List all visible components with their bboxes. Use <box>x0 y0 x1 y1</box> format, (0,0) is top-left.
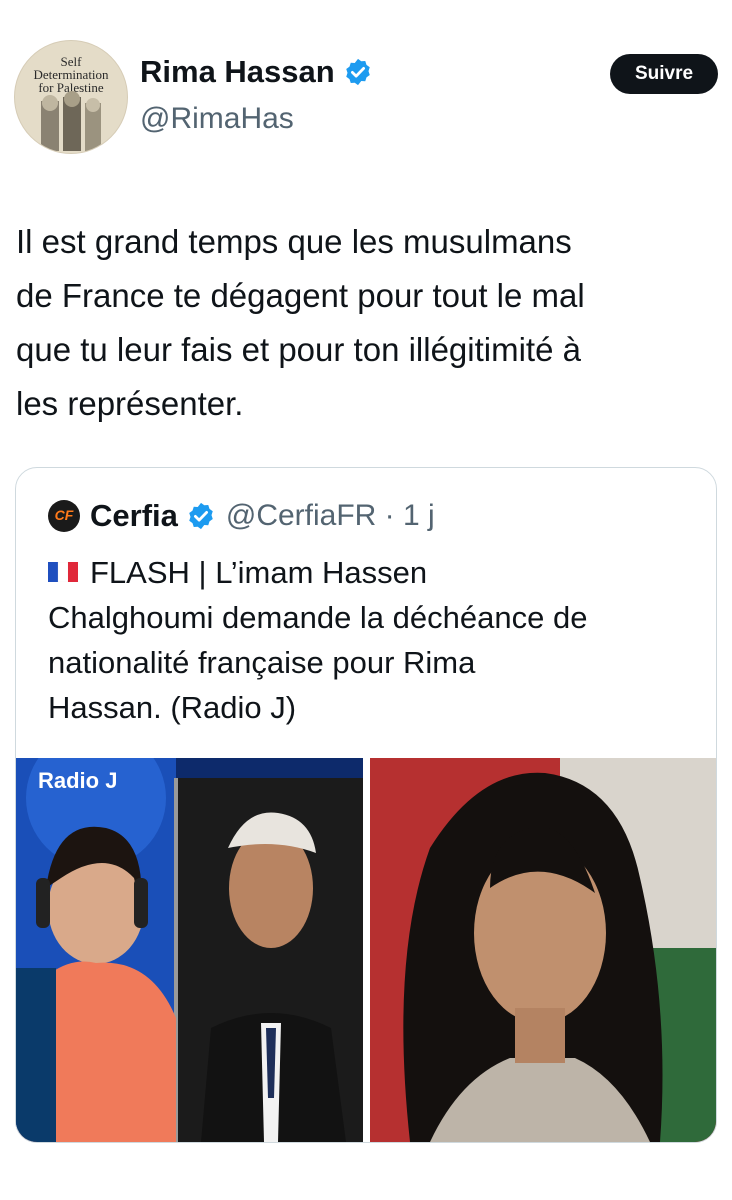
verified-badge-icon <box>345 58 370 86</box>
studio-photo-illustration: Radio J <box>16 758 363 1142</box>
tweet-text: Il est grand temps que les musulmans de … <box>16 223 585 422</box>
quoted-author-name: Cerfia <box>90 498 178 533</box>
quoted-logo-text: CF <box>54 507 74 523</box>
radio-logo-text: Radio J <box>38 768 117 793</box>
quoted-tweet[interactable]: CF Cerfia @CerfiaFR · 1 j FLASH | L’imam… <box>15 467 717 1143</box>
quoted-author-avatar: CF <box>48 500 80 532</box>
france-flag-icon <box>48 561 78 582</box>
quoted-tweet-text-block: FLASH | L’imam Hassen Chalghoumi demande… <box>48 550 698 730</box>
author-avatar[interactable]: Self Determination for Palestine <box>14 40 128 154</box>
portrait-photo-illustration <box>370 758 716 1142</box>
quoted-author-handle-time: @CerfiaFR · 1 j <box>225 499 435 532</box>
avatar-figures-icon <box>41 91 101 151</box>
avatar-text: Self Determination for Palestine <box>33 54 109 95</box>
tweet-header: Self Determination for Palestine Rima Ha… <box>14 40 718 154</box>
author-name-row: Rima Hassan <box>140 54 373 90</box>
media-image-studio[interactable]: Radio J <box>16 758 363 1142</box>
author-display-name[interactable]: Rima Hassan <box>140 54 335 90</box>
quoted-tweet-text: FLASH | L’imam Hassen Chalghoumi demande… <box>48 555 588 725</box>
quoted-tweet-header: CF Cerfia @CerfiaFR · 1 j <box>48 498 435 534</box>
verified-badge-icon <box>189 502 213 530</box>
follow-button[interactable]: Suivre <box>610 54 718 94</box>
author-handle[interactable]: @RimaHas <box>140 102 294 136</box>
media-image-portrait[interactable] <box>370 758 716 1142</box>
quoted-media[interactable]: Radio J <box>16 758 716 1142</box>
